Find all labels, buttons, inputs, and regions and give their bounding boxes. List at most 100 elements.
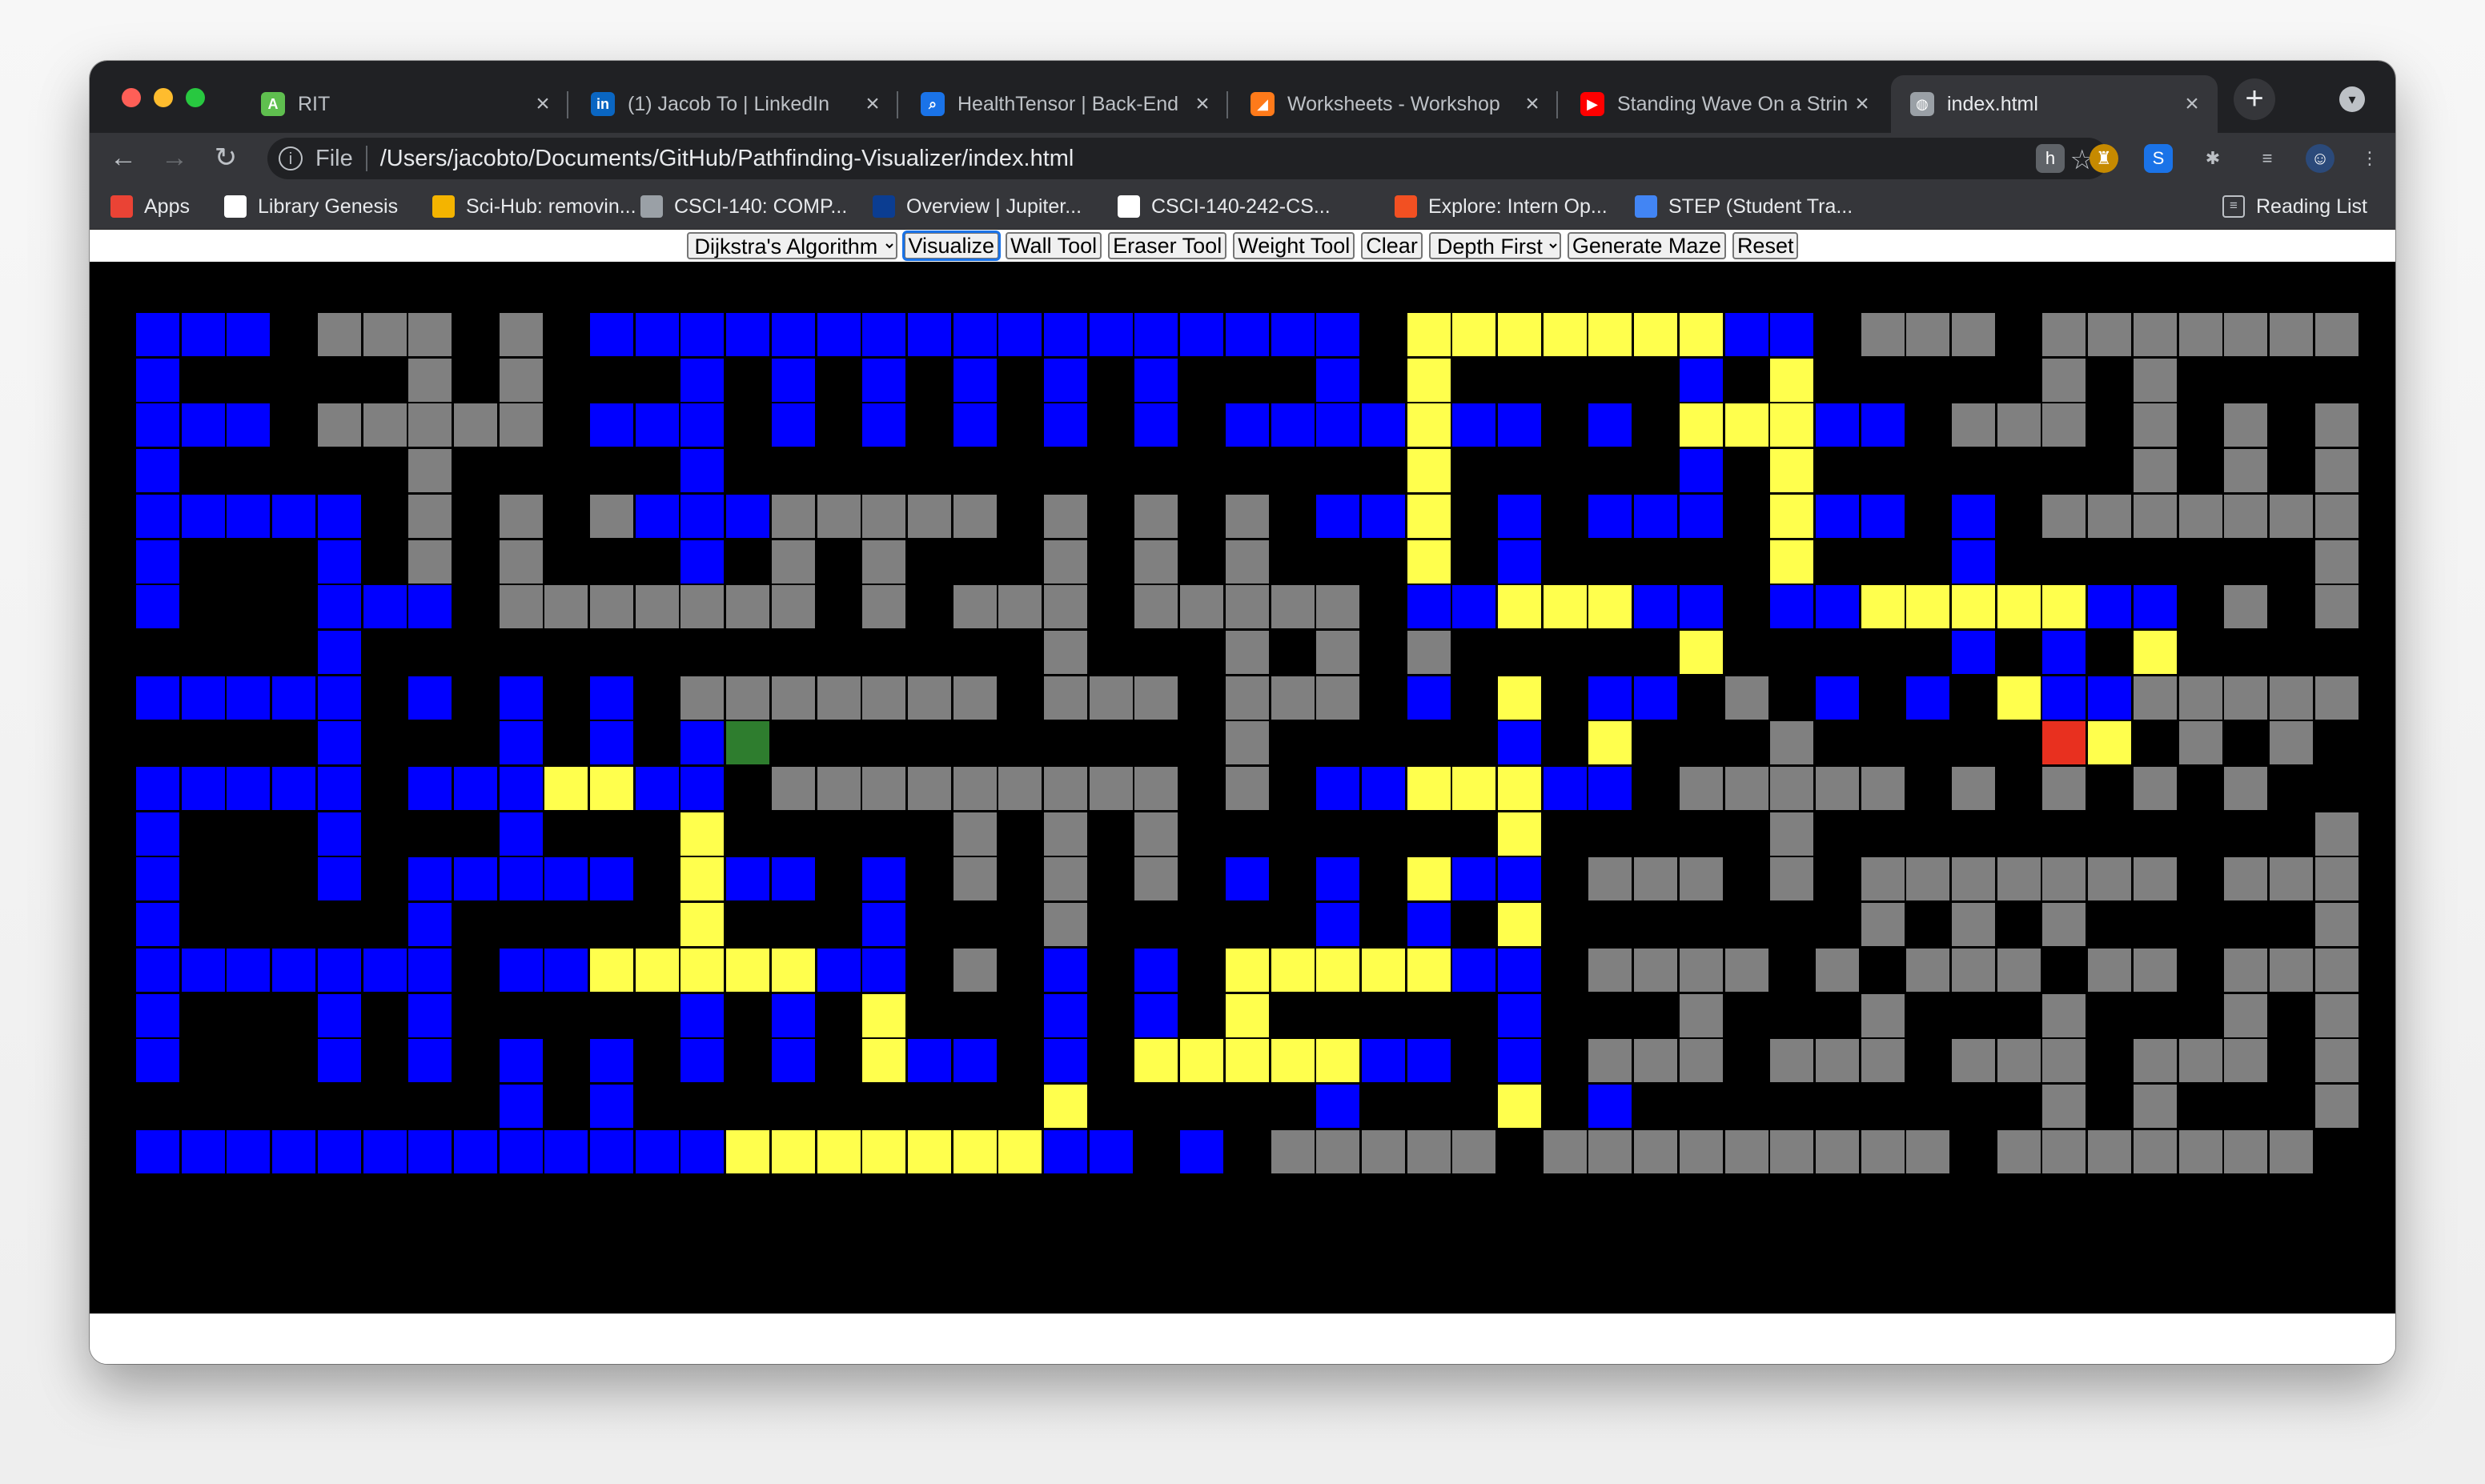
- visited-cell[interactable]: [182, 676, 225, 720]
- visited-cell[interactable]: [500, 812, 543, 856]
- path-cell[interactable]: [1588, 721, 1632, 764]
- wall-cell[interactable]: [1816, 767, 1859, 810]
- path-cell[interactable]: [680, 949, 724, 992]
- visited-cell[interactable]: [636, 403, 679, 447]
- wall-cell[interactable]: [1952, 857, 1995, 900]
- wall-cell[interactable]: [1952, 903, 1995, 946]
- wall-cell[interactable]: [953, 495, 997, 538]
- visited-cell[interactable]: [318, 1130, 361, 1173]
- visited-cell[interactable]: [182, 1130, 225, 1173]
- wall-cell[interactable]: [2042, 359, 2086, 402]
- path-cell[interactable]: [772, 1130, 815, 1173]
- visited-cell[interactable]: [182, 495, 225, 538]
- path-cell[interactable]: [1770, 449, 1813, 492]
- kebab-menu-icon[interactable]: ⋮: [2355, 144, 2384, 173]
- visited-cell[interactable]: [1407, 1039, 1451, 1082]
- algorithm-select[interactable]: Dijkstra's Algorithm: [686, 232, 897, 259]
- visited-cell[interactable]: [1316, 403, 1359, 447]
- maximize-window-button[interactable]: [186, 88, 205, 107]
- clear-button[interactable]: Clear: [1361, 232, 1423, 259]
- path-cell[interactable]: [680, 903, 724, 946]
- path-cell[interactable]: [1407, 540, 1451, 584]
- wall-cell[interactable]: [1588, 1039, 1632, 1082]
- wall-cell[interactable]: [1044, 631, 1087, 674]
- weight-tool-button[interactable]: Weight Tool: [1233, 232, 1355, 259]
- wall-cell[interactable]: [772, 676, 815, 720]
- wall-cell[interactable]: [1680, 767, 1723, 810]
- path-cell[interactable]: [1906, 585, 1949, 628]
- path-cell[interactable]: [1498, 313, 1541, 356]
- visited-cell[interactable]: [136, 857, 179, 900]
- visited-cell[interactable]: [408, 994, 452, 1037]
- visited-cell[interactable]: [318, 631, 361, 674]
- wall-cell[interactable]: [2134, 359, 2177, 402]
- extension-s-icon[interactable]: S: [2144, 144, 2173, 173]
- wall-cell[interactable]: [318, 403, 361, 447]
- path-cell[interactable]: [1226, 1039, 1269, 1082]
- wall-cell[interactable]: [2088, 495, 2131, 538]
- wall-cell[interactable]: [1044, 540, 1087, 584]
- visited-cell[interactable]: [2088, 676, 2131, 720]
- visited-cell[interactable]: [1180, 1130, 1223, 1173]
- visited-cell[interactable]: [1271, 313, 1315, 356]
- visited-cell[interactable]: [227, 949, 270, 992]
- visited-cell[interactable]: [136, 495, 179, 538]
- wall-cell[interactable]: [454, 403, 497, 447]
- visited-cell[interactable]: [408, 903, 452, 946]
- wall-cell[interactable]: [1588, 1130, 1632, 1173]
- visited-cell[interactable]: [318, 540, 361, 584]
- wall-cell[interactable]: [862, 767, 905, 810]
- visited-cell[interactable]: [1316, 1085, 1359, 1128]
- wall-cell[interactable]: [2179, 313, 2222, 356]
- wall-tool-button[interactable]: Wall Tool: [1006, 232, 1102, 259]
- wall-cell[interactable]: [2224, 1130, 2267, 1173]
- wall-cell[interactable]: [953, 585, 997, 628]
- path-cell[interactable]: [1997, 585, 2041, 628]
- visited-cell[interactable]: [500, 857, 543, 900]
- wall-cell[interactable]: [2042, 1130, 2086, 1173]
- wall-cell[interactable]: [2042, 857, 2086, 900]
- wall-cell[interactable]: [1997, 403, 2041, 447]
- visited-cell[interactable]: [1452, 857, 1495, 900]
- wall-cell[interactable]: [1362, 1130, 1405, 1173]
- bookmark-item[interactable]: Library Genesis: [224, 184, 398, 229]
- wall-cell[interactable]: [1997, 949, 2041, 992]
- wall-cell[interactable]: [1452, 1130, 1495, 1173]
- wall-cell[interactable]: [2315, 857, 2359, 900]
- visited-cell[interactable]: [1588, 767, 1632, 810]
- visited-cell[interactable]: [1090, 1130, 1133, 1173]
- visited-cell[interactable]: [500, 949, 543, 992]
- wall-cell[interactable]: [408, 359, 452, 402]
- wall-cell[interactable]: [1271, 676, 1315, 720]
- wall-cell[interactable]: [1271, 1130, 1315, 1173]
- wall-cell[interactable]: [2315, 449, 2359, 492]
- visited-cell[interactable]: [680, 721, 724, 764]
- wall-cell[interactable]: [908, 495, 951, 538]
- visited-cell[interactable]: [1226, 857, 1269, 900]
- path-cell[interactable]: [953, 1130, 997, 1173]
- visited-cell[interactable]: [1906, 676, 1949, 720]
- wall-cell[interactable]: [817, 676, 861, 720]
- wall-cell[interactable]: [2224, 449, 2267, 492]
- wall-cell[interactable]: [500, 540, 543, 584]
- path-cell[interactable]: [1452, 767, 1495, 810]
- visited-cell[interactable]: [136, 1039, 179, 1082]
- visited-cell[interactable]: [2134, 585, 2177, 628]
- path-cell[interactable]: [1861, 585, 1905, 628]
- reset-button[interactable]: Reset: [1732, 232, 1799, 259]
- pathfinding-grid[interactable]: [90, 262, 2395, 1314]
- wall-cell[interactable]: [1952, 1039, 1995, 1082]
- wall-cell[interactable]: [1134, 540, 1178, 584]
- wall-cell[interactable]: [2134, 495, 2177, 538]
- wall-cell[interactable]: [1861, 1130, 1905, 1173]
- path-cell[interactable]: [772, 949, 815, 992]
- visited-cell[interactable]: [544, 1130, 588, 1173]
- visited-cell[interactable]: [1770, 313, 1813, 356]
- path-cell[interactable]: [1588, 313, 1632, 356]
- wall-cell[interactable]: [1770, 767, 1813, 810]
- extensions-puzzle-icon[interactable]: ✱: [2198, 144, 2227, 173]
- bookmark-item[interactable]: CSCI-140-242-CS...: [1118, 184, 1331, 229]
- visited-cell[interactable]: [1588, 1085, 1632, 1128]
- path-cell[interactable]: [1407, 449, 1451, 492]
- visited-cell[interactable]: [680, 994, 724, 1037]
